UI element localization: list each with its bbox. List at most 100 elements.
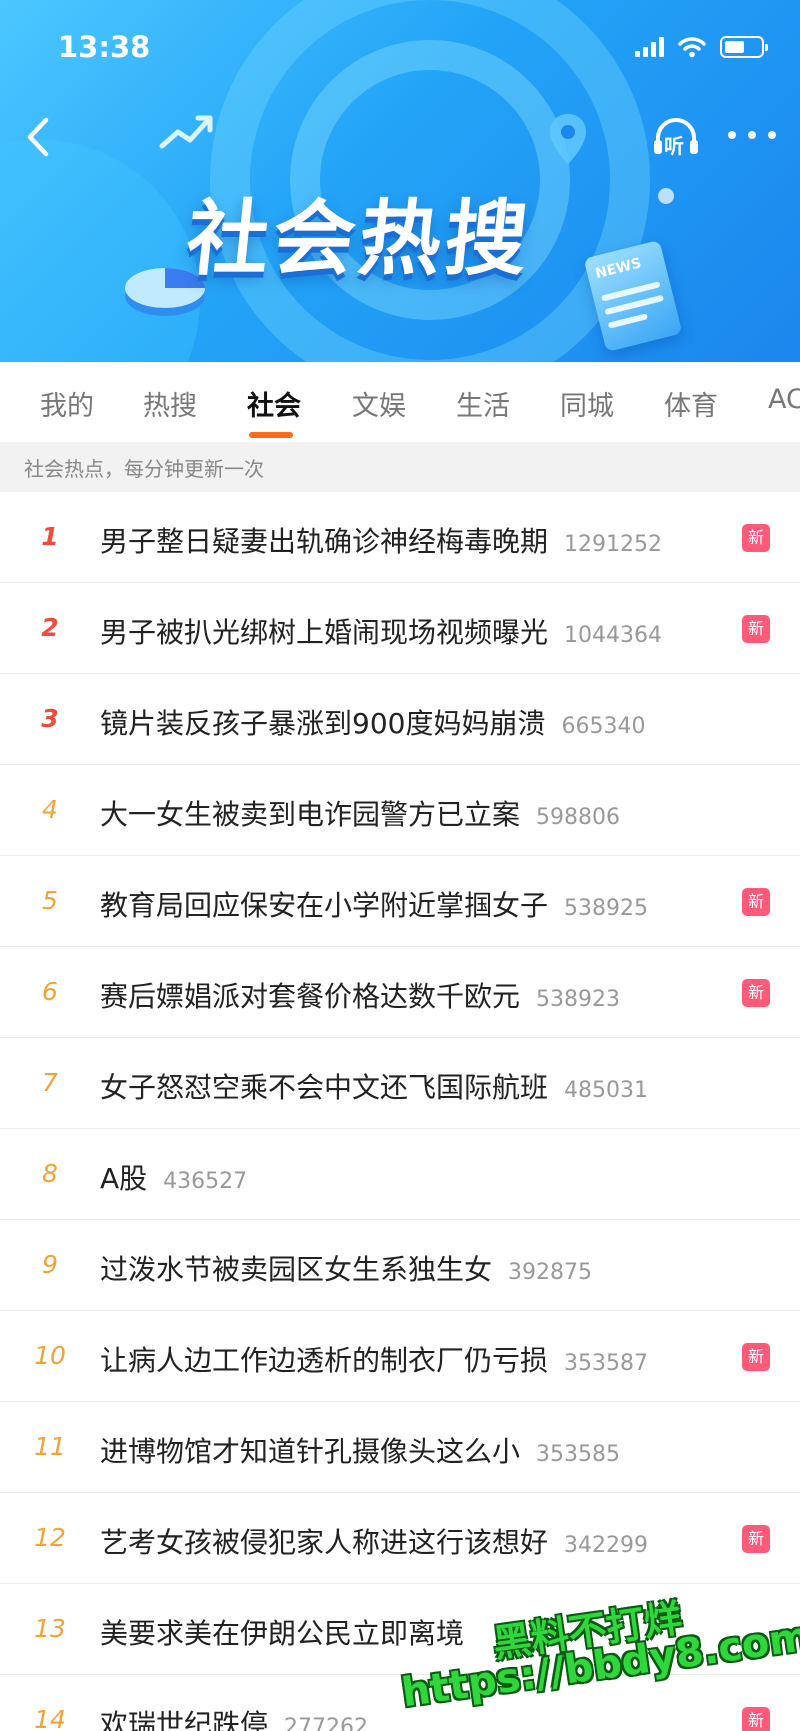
search-count: 392875 — [508, 1260, 592, 1285]
item-title: 大一女生被卖到电诈园警方已立案 — [100, 798, 521, 831]
search-count: 277262 — [284, 1715, 368, 1731]
listen-label: 听 — [664, 134, 684, 158]
list-item[interactable]: 9 过泼水节被卖园区女生系独生女 392875 — [0, 1220, 800, 1311]
search-count: 598806 — [536, 805, 620, 830]
rank-number: 5 — [42, 886, 58, 915]
back-button[interactable] — [18, 112, 62, 162]
new-badge: 新 — [742, 1525, 770, 1553]
page-title: 社会热搜 — [182, 192, 537, 287]
new-badge: 新 — [742, 1343, 770, 1371]
list-item[interactable]: 8 A股 436527 — [0, 1129, 800, 1220]
rank-number: 4 — [42, 795, 58, 824]
rank-number: 2 — [41, 613, 59, 642]
list-item[interactable]: 4 大一女生被卖到电诈园警方已立案 598806 — [0, 765, 800, 856]
search-count: 342299 — [564, 1533, 648, 1558]
item-text: 镜片装反孩子暴涨到900度妈妈崩溃 665340 — [100, 702, 645, 742]
rank-number: 1 — [41, 522, 59, 551]
news-paper-icon: NEWS — [583, 239, 683, 353]
search-count: 538925 — [564, 896, 648, 921]
rank-number: 13 — [34, 1614, 66, 1643]
tab-society[interactable]: 社会 — [247, 384, 301, 423]
dot-icon — [728, 131, 736, 139]
item-title: 进博物馆才知道针孔摄像头这么小 — [100, 1435, 521, 1468]
list-item[interactable]: 12 艺考女孩被侵犯家人称进这行该想好 342299 新 — [0, 1493, 800, 1584]
hot-search-list: 1 男子整日疑妻出轨确诊神经梅毒晚期 1291252 新 2 男子被扒光绑树上婚闹现场视频… — [0, 492, 800, 1731]
search-count: 485031 — [564, 1078, 648, 1103]
active-tab-indicator — [249, 432, 293, 438]
item-text: 大一女生被卖到电诈园警方已立案 598806 — [100, 793, 620, 833]
item-text: 让病人边工作边透析的制衣厂仍亏损 353587 — [100, 1339, 648, 1379]
tab-mine[interactable]: 我的 — [40, 384, 94, 423]
item-title: A股 — [100, 1162, 148, 1195]
item-text: 过泼水节被卖园区女生系独生女 392875 — [100, 1248, 592, 1288]
news-label: NEWS — [593, 255, 644, 283]
item-text: 欢瑞世纪跌停 277262 — [100, 1703, 368, 1731]
rank-number: 10 — [34, 1341, 66, 1370]
item-text: 女子怒怼空乘不会中文还飞国际航班 485031 — [100, 1066, 648, 1106]
item-text: 教育局回应保安在小学附近掌掴女子 538925 — [100, 884, 648, 924]
trend-arrow-icon — [159, 115, 213, 149]
item-text: A股 436527 — [100, 1157, 247, 1197]
list-item[interactable]: 2 男子被扒光绑树上婚闹现场视频曝光 1044364 新 — [0, 583, 800, 674]
signal-icon — [635, 37, 664, 57]
search-count: 353585 — [536, 1442, 620, 1467]
search-count: 1291252 — [564, 532, 662, 557]
item-text: 进博物馆才知道针孔摄像头这么小 353585 — [100, 1430, 620, 1470]
status-time: 13:38 — [58, 30, 151, 64]
category-tabs: 我的 热搜 社会 文娱 生活 同城 体育 AC — [0, 362, 800, 442]
more-options-button[interactable] — [728, 120, 776, 150]
item-title: 男子被扒光绑树上婚闹现场视频曝光 — [100, 616, 549, 649]
rank-number: 14 — [34, 1705, 66, 1731]
item-text: 男子整日疑妻出轨确诊神经梅毒晚期 1291252 — [100, 520, 662, 560]
search-count: 436527 — [163, 1169, 248, 1194]
update-note: 社会热点，每分钟更新一次 — [0, 442, 800, 492]
item-text: 赛后嫖娼派对套餐价格达数千欧元 538923 — [100, 975, 620, 1015]
item-title: 让病人边工作边透析的制衣厂仍亏损 — [100, 1344, 549, 1377]
search-count: 665340 — [561, 714, 646, 739]
battery-icon — [720, 36, 768, 58]
rank-number: 7 — [42, 1068, 58, 1097]
tab-local[interactable]: 同城 — [560, 384, 614, 423]
search-count: 538923 — [536, 987, 620, 1012]
rank-number: 11 — [34, 1432, 66, 1461]
list-item[interactable]: 7 女子怒怼空乘不会中文还飞国际航班 485031 — [0, 1038, 800, 1129]
tab-hot-search[interactable]: 热搜 — [143, 384, 197, 423]
item-text: 美要求美在伊朗公民立即离境 — [100, 1612, 464, 1652]
item-title: 男子整日疑妻出轨确诊神经梅毒晚期 — [100, 525, 549, 558]
item-title: 女子怒怼空乘不会中文还飞国际航班 — [100, 1071, 549, 1104]
listen-button[interactable]: 听 — [650, 112, 702, 164]
new-badge: 新 — [742, 1707, 770, 1731]
list-item[interactable]: 1 男子整日疑妻出轨确诊神经梅毒晚期 1291252 新 — [0, 492, 800, 583]
list-item[interactable]: 11 进博物馆才知道针孔摄像头这么小 353585 — [0, 1402, 800, 1493]
list-item[interactable]: 5 教育局回应保安在小学附近掌掴女子 538925 新 — [0, 856, 800, 947]
tab-life[interactable]: 生活 — [456, 384, 510, 423]
news-line — [607, 313, 649, 329]
tab-ac[interactable]: AC — [768, 384, 800, 415]
new-badge: 新 — [742, 979, 770, 1007]
item-title: 镜片装反孩子暴涨到900度妈妈崩溃 — [100, 707, 546, 740]
banner-ring-left — [0, 140, 200, 362]
item-title: 赛后嫖娼派对套餐价格达数千欧元 — [100, 980, 521, 1013]
search-count: 1044364 — [564, 623, 662, 648]
item-text: 艺考女孩被侵犯家人称进这行该想好 342299 — [100, 1521, 648, 1561]
list-item[interactable]: 14 欢瑞世纪跌停 277262 新 — [0, 1675, 800, 1731]
item-text: 男子被扒光绑树上婚闹现场视频曝光 1044364 — [100, 611, 662, 651]
item-title: 艺考女孩被侵犯家人称进这行该想好 — [100, 1526, 549, 1559]
tab-sports[interactable]: 体育 — [664, 384, 718, 423]
wifi-icon — [678, 37, 706, 58]
list-item[interactable]: 6 赛后嫖娼派对套餐价格达数千欧元 538923 新 — [0, 947, 800, 1038]
rank-number: 6 — [42, 977, 58, 1006]
dot-icon — [748, 131, 756, 139]
status-icons — [635, 36, 768, 58]
banner-dot — [658, 188, 674, 204]
location-pin-icon — [550, 114, 586, 164]
list-item[interactable]: 13 美要求美在伊朗公民立即离境 — [0, 1584, 800, 1675]
item-title: 过泼水节被卖园区女生系独生女 — [100, 1253, 493, 1286]
list-item[interactable]: 3 镜片装反孩子暴涨到900度妈妈崩溃 665340 — [0, 674, 800, 765]
rank-number: 12 — [34, 1523, 66, 1552]
list-item[interactable]: 10 让病人边工作边透析的制衣厂仍亏损 353587 新 — [0, 1311, 800, 1402]
rank-number: 3 — [41, 704, 59, 733]
tab-entertainment[interactable]: 文娱 — [352, 384, 406, 423]
search-count: 353587 — [564, 1351, 648, 1376]
new-badge: 新 — [742, 615, 770, 643]
